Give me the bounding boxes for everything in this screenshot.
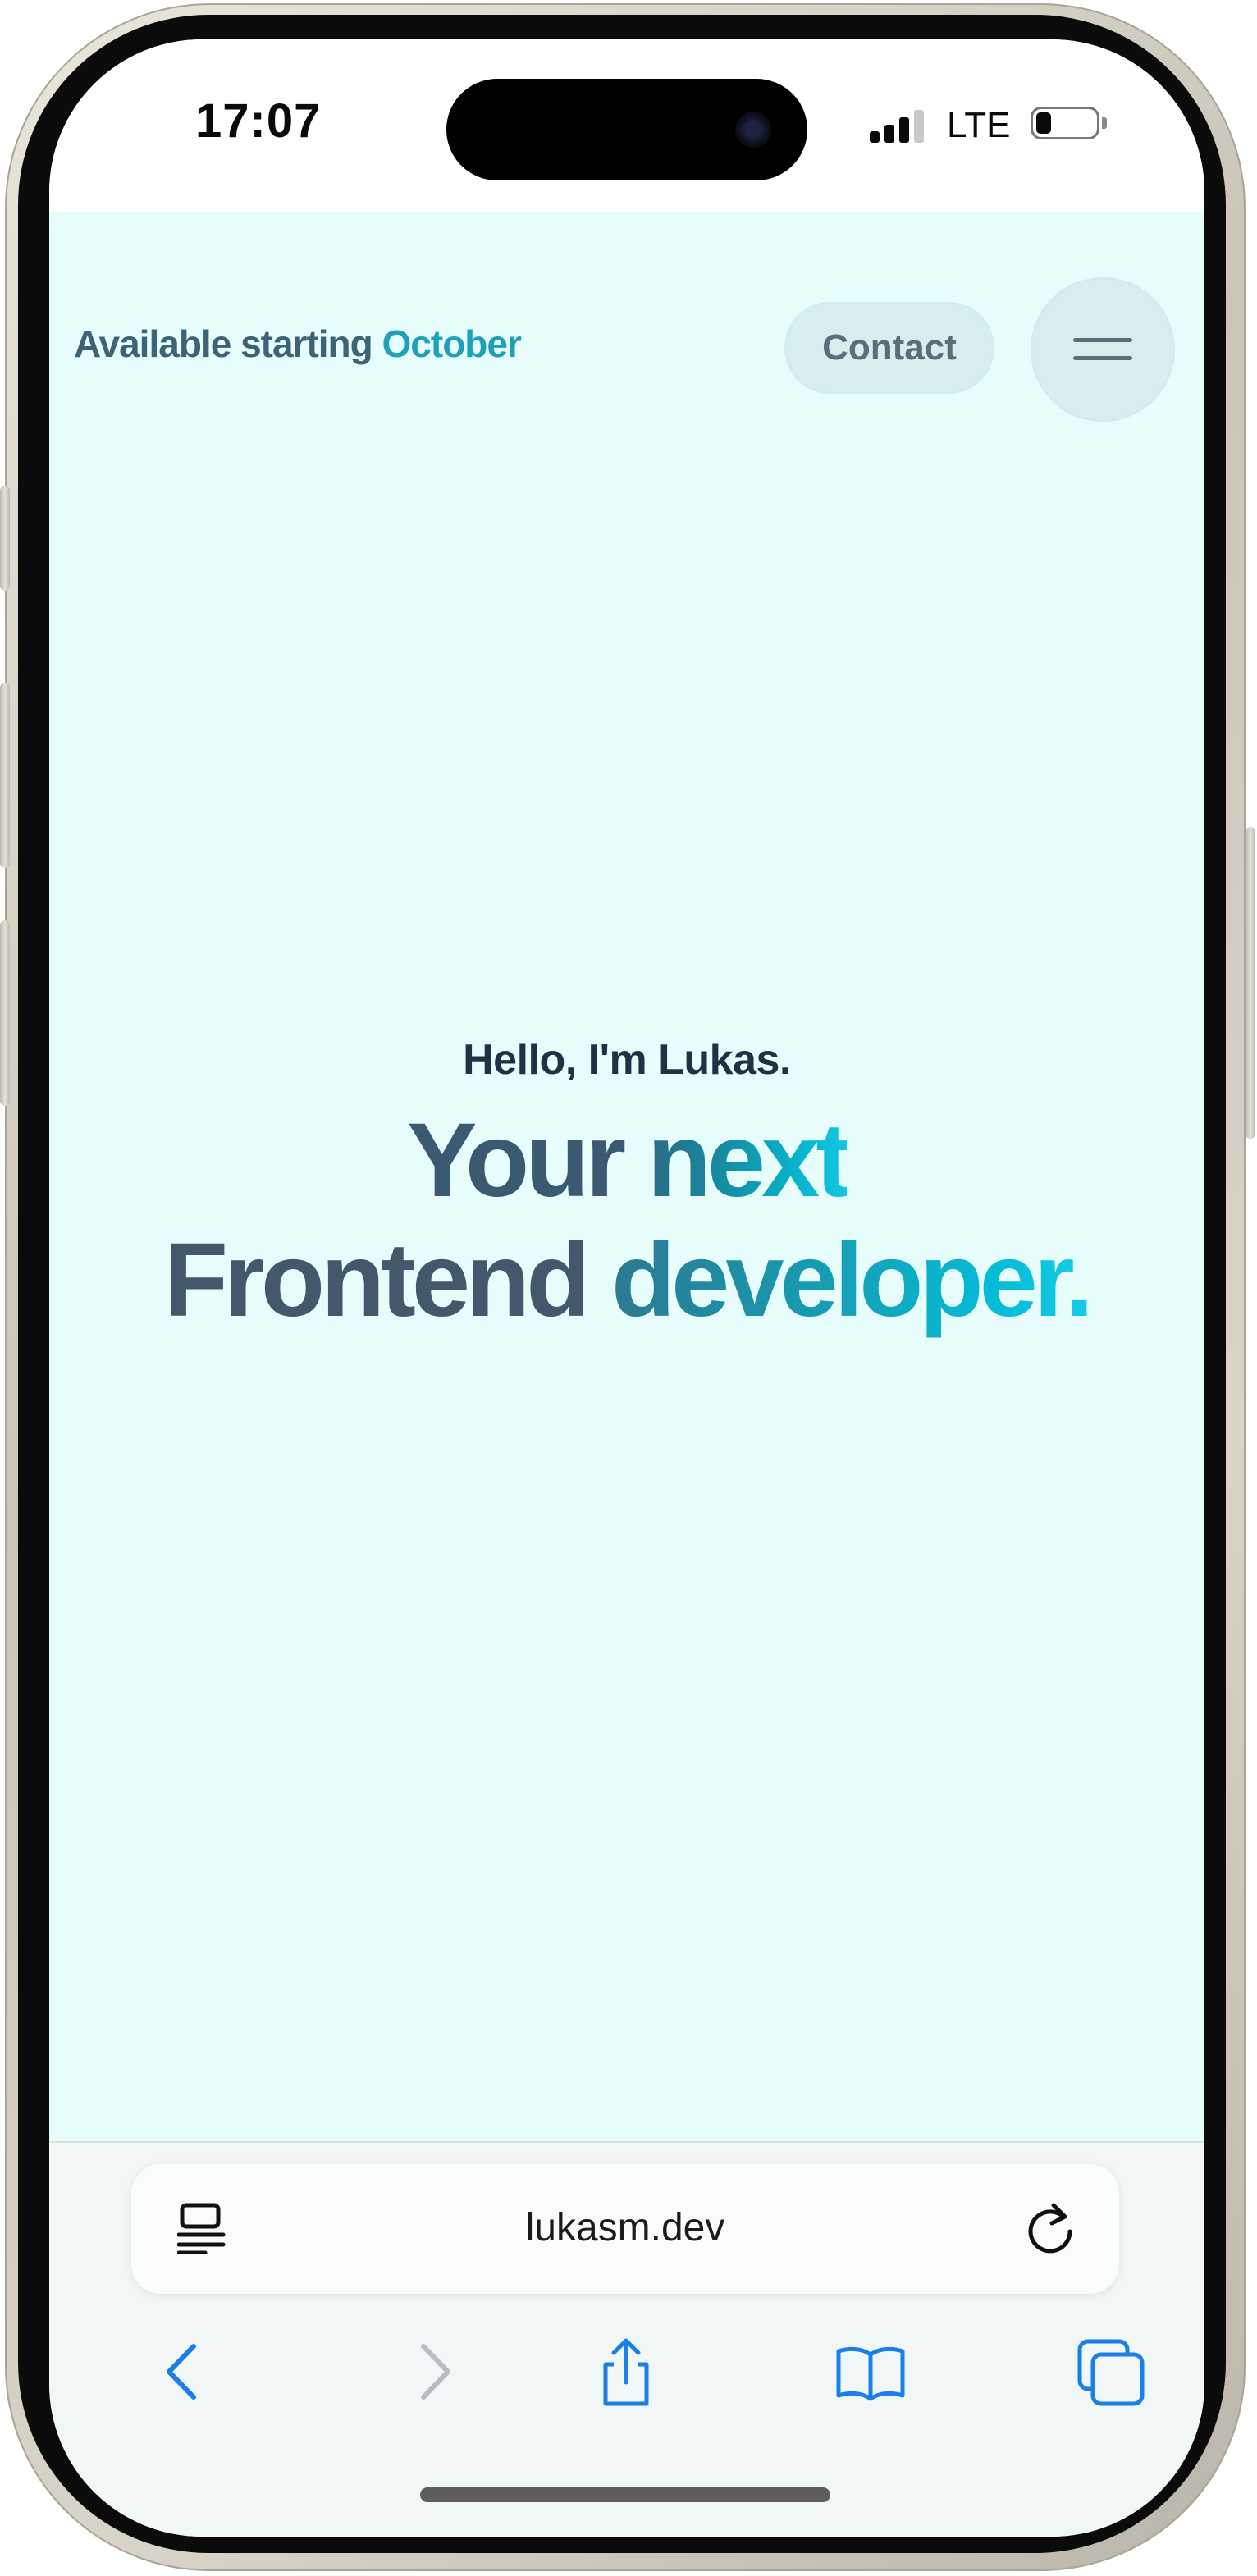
hero-word-frontend: Frontend <box>163 1222 591 1339</box>
hamburger-icon <box>1073 338 1132 342</box>
share-icon[interactable] <box>589 2335 663 2409</box>
availability-month: October <box>382 322 522 365</box>
power-button <box>1246 827 1255 1139</box>
battery-icon <box>1031 107 1099 139</box>
reload-icon[interactable] <box>1022 2199 1080 2256</box>
forward-icon[interactable] <box>397 2335 471 2409</box>
url-text[interactable]: lukasm.dev <box>131 2205 1119 2250</box>
availability-banner: Available starting October <box>74 322 522 366</box>
availability-prefix: Available starting <box>74 322 373 365</box>
hero-word-next: next <box>647 1102 851 1219</box>
action-button <box>0 486 10 591</box>
bookmarks-icon[interactable] <box>834 2335 907 2409</box>
home-indicator[interactable] <box>420 2487 830 2502</box>
contact-button[interactable]: Contact <box>784 302 994 394</box>
hero-greeting: Hello, I'm Lukas. <box>463 1036 791 1084</box>
network-type: LTE <box>947 105 1011 145</box>
address-bar[interactable]: lukasm.dev <box>131 2164 1119 2294</box>
cellular-signal-icon <box>870 110 929 143</box>
phone-screen: 17:07 LTE Available starting October Con… <box>49 39 1204 2537</box>
menu-button[interactable] <box>1031 277 1175 422</box>
volume-up-button <box>0 683 10 868</box>
dynamic-island <box>446 79 807 180</box>
hero-title: Your next Frontend developer. <box>49 1101 1204 1341</box>
front-camera-icon <box>735 112 771 148</box>
back-icon[interactable] <box>146 2335 220 2409</box>
volume-down-button <box>0 920 10 1106</box>
web-page: Available starting October Contact Hello… <box>49 212 1204 2141</box>
hero-word-developer: developer. <box>610 1222 1094 1339</box>
status-bar: 17:07 LTE <box>49 39 1204 212</box>
tabs-icon[interactable] <box>1075 2335 1149 2409</box>
status-time: 17:07 <box>195 94 322 148</box>
hero-word-your: Your <box>407 1102 626 1219</box>
browser-toolbar: lukasm.dev <box>49 2141 1204 2537</box>
battery-cap <box>1102 117 1107 129</box>
